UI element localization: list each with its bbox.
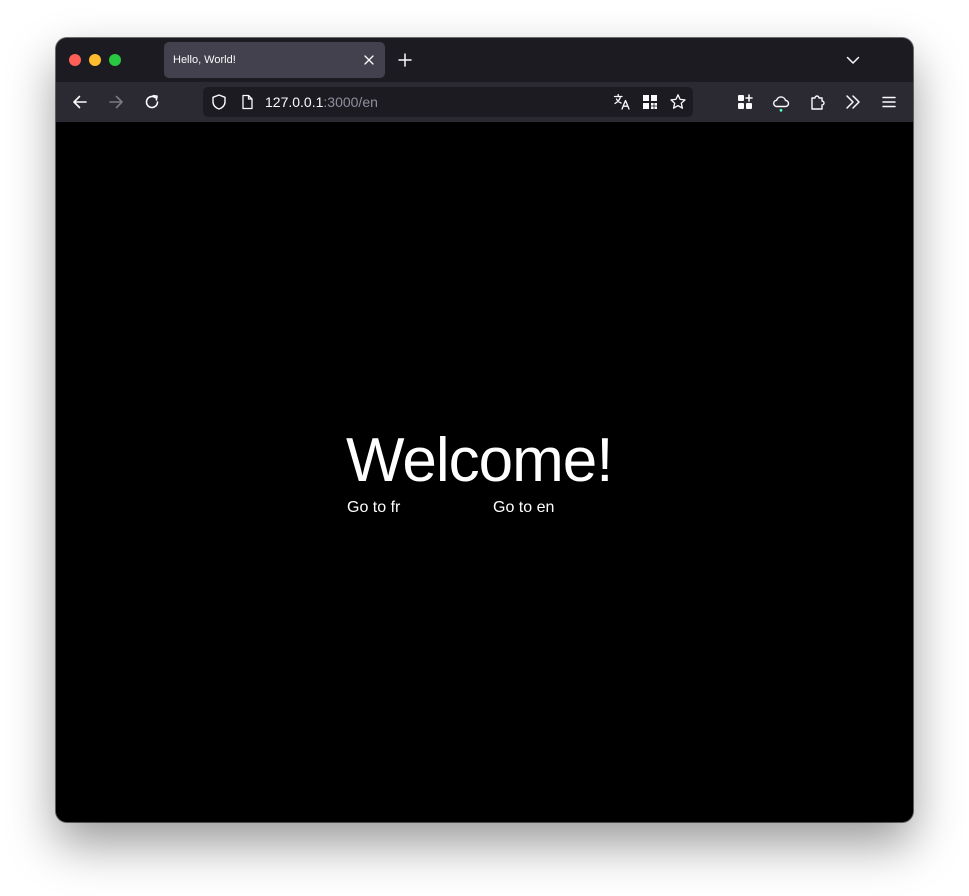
- screenshot-stage: Hello, World! 127.0.0.1:3000/en Welcome!…: [0, 0, 969, 896]
- go-to-en-link[interactable]: Go to en: [493, 497, 554, 519]
- url-host: 127.0.0.1: [265, 94, 324, 110]
- url-path: :3000/en: [323, 94, 378, 110]
- page-content: Welcome! Go to fr Go to en: [56, 122, 913, 822]
- go-to-fr-link[interactable]: Go to fr: [347, 497, 400, 519]
- tab-title: Hello, World!: [173, 54, 236, 66]
- puzzle-icon[interactable]: [807, 92, 827, 112]
- double-chevron-icon[interactable]: [843, 92, 863, 112]
- tab-strip: Hello, World!: [56, 38, 913, 82]
- cloud-icon[interactable]: [771, 92, 791, 112]
- widgets-icon[interactable]: [735, 92, 755, 112]
- arrow-left-icon[interactable]: [70, 92, 90, 112]
- navigation-toolbar: 127.0.0.1:3000/en: [56, 82, 913, 122]
- address-bar[interactable]: 127.0.0.1:3000/en: [203, 87, 693, 117]
- arrow-right-icon[interactable]: [106, 92, 126, 112]
- hamburger-icon[interactable]: [879, 92, 899, 112]
- reload-icon[interactable]: [142, 92, 162, 112]
- close-icon[interactable]: [361, 52, 377, 68]
- qr-code-icon[interactable]: [641, 93, 659, 111]
- url-text[interactable]: 127.0.0.1:3000/en: [265, 87, 378, 117]
- hero-section: Welcome! Go to fr Go to en: [346, 425, 613, 521]
- tab-hello-world[interactable]: Hello, World!: [164, 42, 385, 78]
- locale-links: Go to fr Go to en: [346, 497, 613, 521]
- window-minimize-button[interactable]: [89, 54, 101, 66]
- translate-icon[interactable]: [613, 93, 631, 111]
- browser-window: Hello, World! 127.0.0.1:3000/en Welcome!…: [56, 38, 913, 822]
- window-zoom-button[interactable]: [109, 54, 121, 66]
- window-close-button[interactable]: [69, 54, 81, 66]
- chevron-down-icon[interactable]: [844, 51, 862, 69]
- plus-icon[interactable]: [396, 51, 414, 69]
- page-icon[interactable]: [238, 93, 256, 111]
- shield-icon[interactable]: [210, 93, 228, 111]
- star-icon[interactable]: [669, 93, 687, 111]
- page-title: Welcome!: [346, 426, 613, 495]
